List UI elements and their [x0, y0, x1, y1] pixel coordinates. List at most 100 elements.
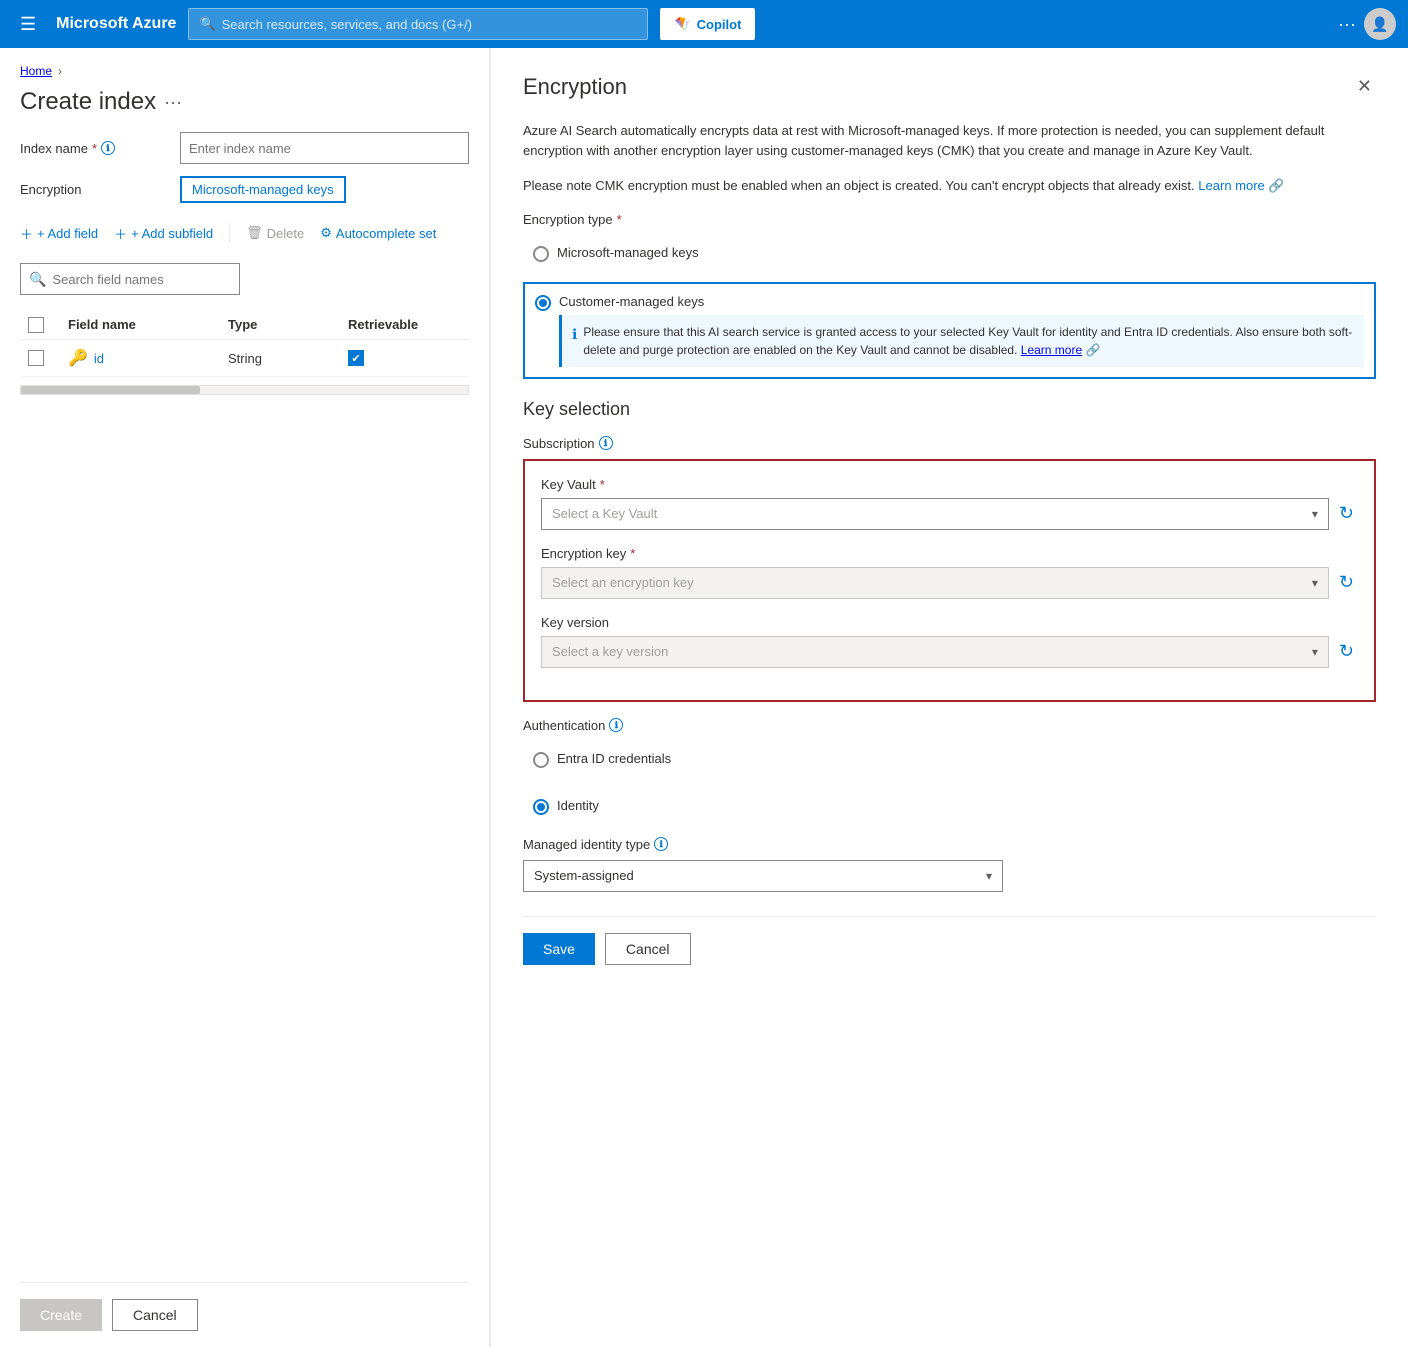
check-icon: ✔ — [351, 352, 360, 365]
identity-option[interactable]: Identity — [523, 788, 1376, 825]
encryption-link[interactable]: Microsoft-managed keys — [180, 176, 346, 203]
key-vault-chevron-icon: ▾ — [1312, 507, 1318, 521]
identity-label: Identity — [557, 798, 599, 813]
delete-icon: 🗑 — [246, 225, 263, 241]
copilot-button[interactable]: 🪁 Copilot — [660, 8, 755, 40]
create-button[interactable]: Create — [20, 1299, 102, 1331]
panel-bottom-buttons: Save Cancel — [523, 916, 1376, 965]
external-link-icon-1: 🔗 — [1268, 178, 1284, 193]
encryption-key-refresh-button[interactable]: ↻ — [1335, 568, 1358, 597]
encryption-label-text: Encryption — [20, 182, 81, 197]
bottom-buttons: Create Cancel — [20, 1282, 469, 1331]
save-button[interactable]: Save — [523, 933, 595, 965]
top-navigation: ☰ Microsoft Azure 🔍 Search resources, se… — [0, 0, 1408, 48]
copilot-icon: 🪁 — [674, 16, 690, 32]
horizontal-scrollbar[interactable] — [20, 385, 469, 395]
key-vault-dropdown[interactable]: Select a Key Vault ▾ — [541, 498, 1329, 530]
key-vault-refresh-button[interactable]: ↻ — [1335, 499, 1358, 528]
scrollbar-thumb[interactable] — [21, 386, 200, 394]
header-checkbox[interactable] — [28, 317, 68, 333]
key-version-label-text: Key version — [541, 615, 609, 630]
key-version-dropdown-row: Select a key version ▾ ↻ — [541, 636, 1358, 668]
hamburger-menu[interactable]: ☰ — [12, 10, 44, 39]
panel-title: Encryption — [523, 74, 627, 100]
right-panel: Encryption ✕ Azure AI Search automatical… — [490, 48, 1408, 1347]
key-icon: 🔑 — [68, 348, 88, 368]
panel-cancel-button[interactable]: Cancel — [605, 933, 691, 965]
index-name-row: Index name * ℹ — [20, 132, 469, 164]
managed-identity-info-icon[interactable]: ℹ — [654, 837, 668, 851]
entra-id-radio[interactable] — [533, 752, 549, 768]
encryption-type-required: * — [617, 212, 622, 227]
toolbar: ＋ + Add field ＋ + Add subfield 🗑 Delete … — [20, 215, 469, 251]
key-vault-group: Key Vault * Select a Key Vault ▾ ↻ — [541, 477, 1358, 530]
delete-button[interactable]: 🗑 Delete — [246, 225, 304, 241]
managed-identity-dropdown[interactable]: System-assigned ▾ — [523, 860, 1003, 892]
customer-keys-radio[interactable] — [535, 295, 551, 311]
key-version-refresh-button[interactable]: ↻ — [1335, 637, 1358, 666]
index-name-label-group: Index name * ℹ — [20, 141, 180, 156]
col-type-header: Type — [228, 317, 348, 333]
key-vault-label: Key Vault — [541, 477, 596, 492]
key-selection-box: Key Vault * Select a Key Vault ▾ ↻ Encry… — [523, 459, 1376, 702]
index-name-label: Index name — [20, 141, 88, 156]
close-button[interactable]: ✕ — [1353, 72, 1376, 101]
field-search-icon: 🔍 — [29, 271, 46, 288]
add-subfield-button[interactable]: ＋ + Add subfield — [114, 224, 213, 243]
index-name-info-icon[interactable]: ℹ — [101, 141, 115, 155]
key-version-dropdown[interactable]: Select a key version ▾ — [541, 636, 1329, 668]
identity-radio[interactable] — [533, 799, 549, 815]
learn-more-link-1[interactable]: Learn more — [1198, 178, 1264, 193]
page-title-more-options[interactable]: ··· — [164, 92, 182, 113]
avatar[interactable]: 👤 — [1364, 8, 1396, 40]
col-retrievable-header: Retrievable — [348, 317, 448, 333]
encryption-key-label: Encryption key — [541, 546, 626, 561]
row-type-cell: String — [228, 351, 348, 366]
managed-identity-dropdown-row: System-assigned ▾ — [523, 860, 1003, 892]
autocomplete-settings-button[interactable]: ⚙ Autocomplete set — [320, 225, 436, 241]
entra-id-option[interactable]: Entra ID credentials — [523, 741, 1376, 778]
add-field-label: + Add field — [37, 226, 98, 241]
add-subfield-label: + Add subfield — [131, 226, 213, 241]
table-row: 🔑 id String ✔ — [20, 340, 469, 377]
index-name-input-wrapper — [180, 132, 469, 164]
encryption-key-placeholder: Select an encryption key — [552, 575, 694, 590]
cancel-button[interactable]: Cancel — [112, 1299, 198, 1331]
index-name-input[interactable] — [180, 132, 469, 164]
select-all-checkbox[interactable] — [28, 317, 44, 333]
field-name-link[interactable]: id — [94, 351, 104, 366]
more-options-icon[interactable]: ··· — [1338, 14, 1356, 35]
global-search-box[interactable]: 🔍 Search resources, services, and docs (… — [188, 8, 648, 40]
subscription-label: Subscription — [523, 436, 595, 451]
index-name-required-star: * — [92, 141, 97, 156]
managed-identity-chevron-icon: ▾ — [986, 869, 992, 883]
add-field-button[interactable]: ＋ + Add field — [20, 224, 98, 243]
field-search-box[interactable]: 🔍 — [20, 263, 240, 295]
encryption-type-label: Encryption type — [523, 212, 613, 227]
description-2-text: Please note CMK encryption must be enabl… — [523, 178, 1195, 193]
microsoft-keys-radio[interactable] — [533, 246, 549, 262]
description-text-2: Please note CMK encryption must be enabl… — [523, 176, 1376, 196]
row-retrievable-cell: ✔ — [348, 350, 448, 366]
field-search-input[interactable] — [52, 272, 231, 287]
app-logo: Microsoft Azure — [56, 15, 176, 33]
encryption-key-dropdown[interactable]: Select an encryption key ▾ — [541, 567, 1329, 599]
microsoft-keys-label: Microsoft-managed keys — [557, 245, 699, 260]
encryption-key-dropdown-row: Select an encryption key ▾ ↻ — [541, 567, 1358, 599]
row-select-checkbox[interactable] — [28, 350, 44, 366]
encryption-key-chevron-icon: ▾ — [1312, 576, 1318, 590]
encryption-key-required: * — [630, 546, 635, 561]
breadcrumb: Home › — [20, 64, 469, 78]
row-checkbox[interactable] — [28, 350, 68, 366]
copilot-label: Copilot — [697, 17, 742, 32]
customer-keys-content: Customer-managed keys ℹ Please ensure th… — [559, 294, 1364, 367]
authentication-info-icon[interactable]: ℹ — [609, 718, 623, 732]
key-version-label: Key version — [541, 615, 1358, 630]
subscription-info-icon[interactable]: ℹ — [599, 436, 613, 450]
microsoft-keys-option[interactable]: Microsoft-managed keys — [523, 235, 1376, 272]
left-panel: Home › Create index ··· Index name * ℹ E… — [0, 48, 490, 1347]
breadcrumb-home[interactable]: Home — [20, 64, 52, 78]
customer-keys-option[interactable]: Customer-managed keys ℹ Please ensure th… — [523, 282, 1376, 379]
learn-more-link-2[interactable]: Learn more — [1021, 343, 1082, 357]
retrievable-checkbox[interactable]: ✔ — [348, 350, 364, 366]
